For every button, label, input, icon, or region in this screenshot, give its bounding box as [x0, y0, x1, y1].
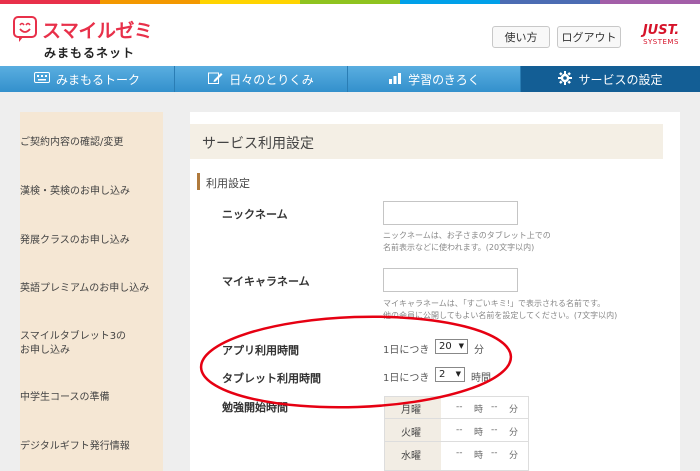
section-heading: 利用設定	[206, 177, 250, 190]
character-name-label: マイキャラネーム	[222, 275, 310, 288]
tab-service-settings[interactable]: サービスの設定	[521, 66, 700, 98]
tab-daily-effort[interactable]: 日々のとりくみ	[175, 66, 348, 92]
tab-label: 学習のきろく	[408, 72, 480, 87]
day-label-wednesday: 水曜	[401, 451, 421, 462]
app-time-select[interactable]: 20 ▼	[435, 339, 468, 354]
day-label-monday: 月曜	[401, 405, 421, 416]
tablet-time-select[interactable]: 2 ▼	[435, 367, 465, 382]
bar-chart-icon	[388, 72, 402, 87]
tablet-time-label: タブレット利用時間	[222, 372, 321, 385]
nickname-label: ニックネーム	[222, 208, 288, 221]
sidebar-item-kanken-eiken[interactable]: 漢検・英検のお申し込み	[20, 185, 130, 199]
app-time-label: アプリ利用時間	[222, 344, 299, 357]
hour-unit: 時	[474, 451, 484, 461]
just-logo-text: JUST.	[642, 23, 680, 38]
tab-label: みまもるトーク	[55, 72, 140, 87]
hour-value[interactable]: --	[456, 448, 463, 458]
logo-title: スマイルゼミ	[42, 20, 153, 42]
tab-mimamoru-talk[interactable]: みまもるトーク	[0, 66, 175, 92]
logo-subtitle: みまもるネット	[44, 46, 136, 60]
header: スマイルゼミ みまもるネット 使い方 ログアウト JUST. SYSTEMS	[0, 4, 700, 66]
main-nav: みまもるトーク 日々のとりくみ 学習のきろく サービスの設定	[0, 66, 700, 98]
minute-unit: 分	[509, 428, 519, 438]
app-time-unit: 分	[474, 345, 484, 356]
hint-line: ニックネームは、お子さまのタブレット上での	[383, 231, 551, 240]
nickname-input[interactable]	[383, 201, 518, 225]
sidebar-item-advanced-class[interactable]: 発展クラスのお申し込み	[20, 234, 130, 248]
hour-unit: 時	[474, 428, 484, 438]
study-start-label: 勉強開始時間	[222, 401, 288, 414]
pencil-icon	[208, 71, 223, 87]
systems-logo-text: SYSTEMS	[643, 38, 679, 46]
tab-label: サービスの設定	[578, 72, 663, 87]
minute-value[interactable]: --	[491, 425, 498, 435]
usage-button[interactable]: 使い方	[492, 26, 550, 48]
sidebar-item-label: スマイルタブレット3の	[20, 331, 127, 342]
sidebar-item-digital-gift[interactable]: デジタルギフト発行情報	[20, 440, 130, 454]
hour-value[interactable]: --	[456, 402, 463, 412]
page-title: サービス利用設定	[202, 136, 314, 152]
tablet-time-unit: 時間	[471, 373, 491, 384]
sidebar-item-english-premium[interactable]: 英語プレミアムのお申し込み	[20, 282, 149, 296]
minute-value[interactable]: --	[491, 448, 498, 458]
justsystems-logo[interactable]: JUST. SYSTEMS	[633, 24, 689, 47]
tablet-time-value: 2	[439, 369, 446, 380]
hint-line: 他の会員に公開してもよい名前を設定してください。(7文字以内)	[383, 311, 618, 320]
gear-icon	[558, 70, 573, 88]
keyboard-icon	[33, 72, 50, 86]
tablet-time-prefix: 1日につき	[383, 373, 430, 384]
tab-learning-record[interactable]: 学習のきろく	[348, 66, 521, 92]
dropdown-arrow-icon: ▼	[458, 342, 464, 350]
app-time-value: 20	[439, 341, 452, 352]
nickname-hint: ニックネームは、お子さまのタブレット上での 名前表示などに使われます。(20文字…	[383, 230, 653, 254]
hour-unit: 時	[474, 405, 484, 415]
sidebar-item-junior-high[interactable]: 中学生コースの準備	[20, 391, 110, 405]
logout-button[interactable]: ログアウト	[557, 26, 621, 48]
day-label-tuesday: 火曜	[401, 428, 421, 439]
smile-logo-icon	[13, 16, 37, 42]
hint-line: マイキャラネームは、「すごいキミ!」で表示される名前です。	[383, 299, 606, 308]
character-name-hint: マイキャラネームは、「すごいキミ!」で表示される名前です。 他の会員に公開しても…	[383, 298, 653, 322]
sidebar-item-contract[interactable]: ご契約内容の確認/変更	[20, 136, 123, 150]
hint-line: 名前表示などに使われます。(20文字以内)	[383, 243, 535, 252]
dropdown-arrow-icon: ▼	[455, 370, 461, 378]
section-marker	[197, 173, 200, 190]
tab-label: 日々のとりくみ	[229, 72, 314, 87]
hour-value[interactable]: --	[456, 425, 463, 435]
minute-value[interactable]: --	[491, 402, 498, 412]
character-name-input[interactable]	[383, 268, 518, 292]
app-time-prefix: 1日につき	[383, 345, 430, 356]
sidebar-item-label: お申し込み	[20, 345, 70, 356]
minute-unit: 分	[509, 405, 519, 415]
minute-unit: 分	[509, 451, 519, 461]
sidebar-item-smile-tablet3[interactable]: スマイルタブレット3の お申し込み	[20, 330, 126, 358]
